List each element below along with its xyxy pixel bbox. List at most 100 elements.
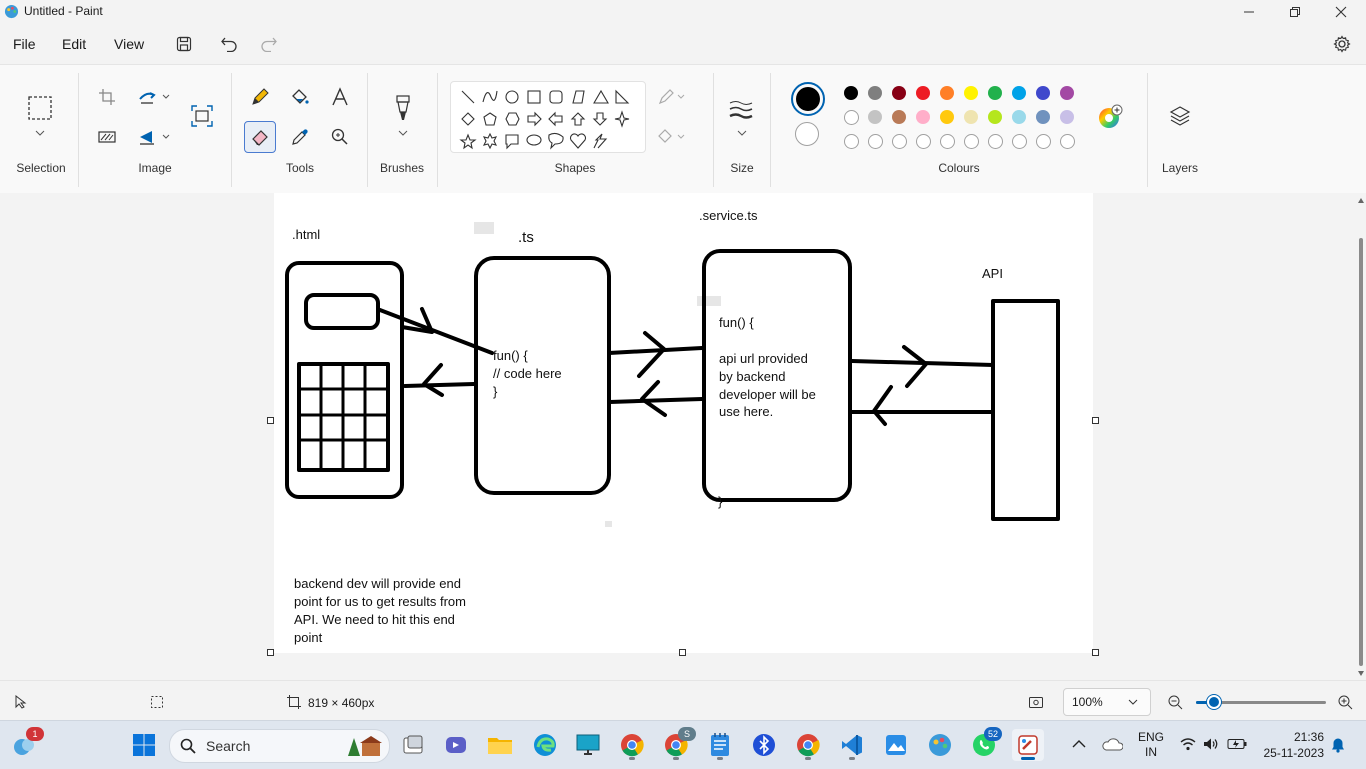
resize-handle-bottom[interactable] (679, 649, 686, 656)
zoom-slider-thumb[interactable] (1207, 695, 1222, 709)
color-swatch[interactable] (988, 110, 1002, 124)
resize-button[interactable] (132, 82, 162, 112)
zoom-slider[interactable] (1196, 695, 1326, 709)
custom-color-slot[interactable] (916, 134, 931, 149)
wifi-icon[interactable] (1180, 737, 1196, 751)
clock[interactable]: 21:36 25-11-2023 (1258, 729, 1325, 761)
vscode-button[interactable] (836, 729, 868, 761)
redo-button[interactable] (257, 32, 281, 56)
custom-color-slot[interactable] (1036, 134, 1051, 149)
color-swatch[interactable] (964, 110, 978, 124)
custom-color-slot[interactable] (964, 134, 979, 149)
chevron-down-icon[interactable] (162, 134, 170, 140)
color-swatch[interactable] (1012, 86, 1026, 100)
minimize-button[interactable] (1226, 0, 1272, 24)
color-swatch[interactable] (892, 110, 906, 124)
close-button[interactable] (1318, 0, 1364, 24)
save-button[interactable] (172, 32, 196, 56)
color-swatch[interactable] (940, 110, 954, 124)
chrome-secondary-button[interactable] (792, 729, 824, 761)
image-search-button[interactable] (187, 101, 217, 131)
resize-handle-bottom-left[interactable] (267, 649, 274, 656)
settings-button[interactable] (1330, 32, 1354, 56)
chevron-down-icon[interactable] (162, 94, 170, 100)
fill-tool-button[interactable] (285, 82, 315, 112)
color-swatch[interactable] (1060, 110, 1074, 124)
teams-button[interactable] (440, 729, 472, 761)
volume-icon[interactable] (1203, 737, 1219, 751)
color-picker-button[interactable] (285, 122, 315, 152)
layers-button[interactable] (1165, 101, 1195, 131)
start-button[interactable] (128, 729, 160, 761)
color-swatch[interactable] (892, 86, 906, 100)
primary-color-selector[interactable] (791, 82, 825, 116)
flip-button[interactable] (132, 122, 162, 152)
magnifier-button[interactable] (325, 122, 355, 152)
vertical-scrollbar[interactable] (1356, 193, 1366, 680)
whatsapp-button[interactable]: 52 (968, 727, 1002, 761)
custom-color-slot[interactable] (940, 134, 955, 149)
crop-button[interactable] (92, 82, 122, 112)
menu-view[interactable]: View (114, 36, 144, 52)
language-indicator[interactable]: ENG IN (1138, 730, 1164, 760)
paint-active-button[interactable] (1012, 729, 1044, 761)
fit-to-window-icon[interactable] (1028, 694, 1044, 710)
chevron-up-icon[interactable] (1072, 739, 1086, 749)
outline-button[interactable] (656, 82, 686, 112)
image-select-button[interactable] (92, 122, 122, 152)
zoom-out-icon[interactable] (1168, 695, 1183, 710)
zoom-in-icon[interactable] (1338, 695, 1353, 710)
secondary-color-selector[interactable] (795, 122, 819, 146)
custom-color-slot[interactable] (844, 134, 859, 149)
desktop-app-button[interactable] (572, 729, 604, 761)
custom-color-slot[interactable] (988, 134, 1003, 149)
devtools-button[interactable] (748, 729, 780, 761)
select-dropdown[interactable] (25, 123, 55, 143)
color-swatch[interactable] (916, 110, 930, 124)
paint-taskbar-button[interactable] (924, 729, 956, 761)
file-explorer-button[interactable] (484, 729, 516, 761)
menu-edit[interactable]: Edit (62, 36, 86, 52)
custom-color-slot[interactable] (1060, 134, 1075, 149)
color-swatch[interactable] (1036, 86, 1050, 100)
notification-bell-icon[interactable] (1331, 737, 1345, 753)
task-view-button[interactable] (397, 729, 429, 761)
chevron-down-icon[interactable] (398, 130, 408, 136)
resize-handle-left[interactable] (267, 417, 274, 424)
custom-color-slot[interactable] (868, 134, 883, 149)
edit-colors-button[interactable] (1097, 104, 1123, 130)
color-swatch[interactable] (988, 86, 1002, 100)
select-tool-button[interactable] (25, 93, 55, 123)
widgets-button[interactable]: 1 (8, 727, 44, 761)
menu-file[interactable]: File (13, 36, 36, 52)
drawing-canvas[interactable]: .html .ts .service.ts API fun() {// cod… (274, 193, 1093, 653)
pencil-tool-button[interactable] (245, 82, 275, 112)
chrome-profile-button[interactable]: S (660, 727, 696, 761)
battery-icon[interactable] (1227, 738, 1247, 750)
color-swatch[interactable] (1060, 86, 1074, 100)
color-swatch[interactable] (1012, 110, 1026, 124)
color-swatch[interactable] (844, 110, 859, 125)
custom-color-slot[interactable] (892, 134, 907, 149)
color-swatch[interactable] (868, 86, 882, 100)
color-swatch[interactable] (916, 86, 930, 100)
color-swatch[interactable] (940, 86, 954, 100)
color-swatch[interactable] (964, 86, 978, 100)
resize-handle-bottom-right[interactable] (1092, 649, 1099, 656)
brushes-button[interactable] (388, 93, 418, 123)
text-tool-button[interactable] (325, 82, 355, 112)
color-swatch[interactable] (868, 110, 882, 124)
size-button[interactable] (726, 95, 756, 125)
eraser-tool-button[interactable] (244, 121, 276, 153)
onedrive-icon[interactable] (1101, 737, 1123, 751)
resize-handle-right[interactable] (1092, 417, 1099, 424)
undo-button[interactable] (217, 32, 241, 56)
store-button[interactable] (880, 729, 912, 761)
fill-button[interactable] (656, 122, 686, 152)
restore-button[interactable] (1272, 0, 1318, 24)
notepad-button[interactable] (704, 729, 736, 761)
zoom-select[interactable]: 100% (1063, 688, 1151, 716)
color-swatch[interactable] (1036, 110, 1050, 124)
chrome-button[interactable] (616, 729, 648, 761)
edge-button[interactable] (529, 729, 561, 761)
